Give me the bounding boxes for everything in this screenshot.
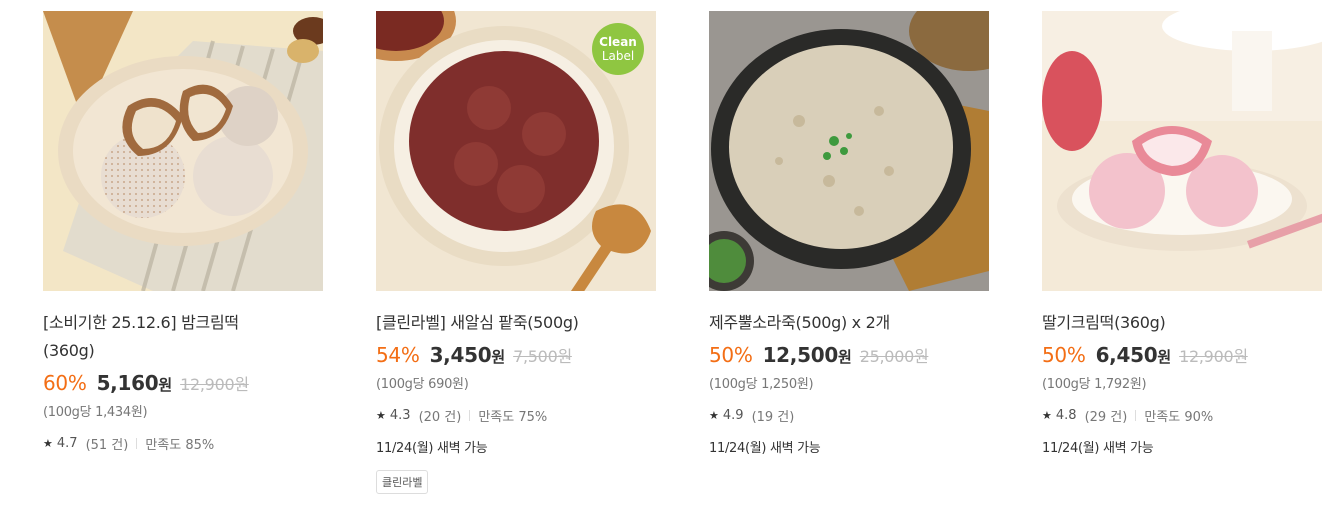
badge-line1: Clean: [599, 35, 637, 49]
rating-row: ★ 4.9 (19 건): [709, 406, 989, 425]
price-row: 50% 6,450 원 12,900원: [1042, 343, 1322, 371]
discount-rate: 54%: [376, 343, 420, 367]
divider: [469, 410, 471, 421]
star-icon: ★: [709, 409, 719, 422]
rating-value: 4.7: [56, 436, 78, 451]
satisfaction: 만족도 75%: [478, 410, 548, 425]
clean-label-badge: Clean Label: [592, 23, 644, 75]
product-card[interactable]: 딸기크림떡(360g) 50% 6,450 원 12,900원 (100g당 1,…: [1042, 11, 1322, 456]
product-card[interactable]: 제주뿔소라죽(500g) x 2개 50% 12,500 원 25,000원 (1…: [709, 11, 989, 456]
price-row: 60% 5,160 원 12,900원: [43, 371, 323, 399]
unit-price: (100g당 1,434원): [43, 405, 148, 420]
original-price: 12,900원: [1179, 347, 1248, 366]
divider: [136, 438, 138, 449]
product-card[interactable]: [소비기한 25.12.6] 밤크림떡 (360g) 60% 5,160 원 12…: [43, 11, 323, 453]
rating-value: 4.3: [389, 408, 411, 423]
sale-price: 5,160: [96, 371, 159, 395]
discount-rate: 50%: [709, 343, 753, 367]
sale-price: 3,450: [429, 343, 492, 367]
discount-rate: 60%: [43, 371, 87, 395]
price-currency: 원: [1157, 348, 1172, 366]
star-icon: ★: [1042, 409, 1052, 422]
product-title[interactable]: [클린라벨] 새알심 팥죽(500g): [376, 309, 656, 337]
price-currency: 원: [837, 348, 852, 366]
unit-price: (100g당 1,792원): [1042, 377, 1147, 392]
delivery-info: 11/24(월) 새벽 가능: [1042, 441, 1154, 456]
product-title[interactable]: 제주뿔소라죽(500g) x 2개: [709, 309, 989, 337]
review-count: (19 건): [751, 410, 795, 425]
badge-line2: Label: [601, 49, 635, 63]
rating-row: ★ 4.8 (29 건) 만족도 90%: [1042, 406, 1322, 425]
discount-rate: 50%: [1042, 343, 1086, 367]
product-image[interactable]: [709, 11, 989, 291]
product-image[interactable]: Clean Label: [376, 11, 656, 291]
product-image[interactable]: [43, 11, 323, 291]
rating-value: 4.9: [722, 408, 744, 423]
review-count: (29 건): [1084, 410, 1128, 425]
satisfaction: 만족도 85%: [145, 438, 215, 453]
rating-value: 4.8: [1055, 408, 1077, 423]
divider: [1135, 410, 1137, 421]
rating-row: ★ 4.3 (20 건) 만족도 75%: [376, 406, 656, 425]
product-card[interactable]: Clean Label [클린라벨] 새알심 팥죽(500g) 54% 3,45…: [376, 11, 656, 494]
original-price: 7,500원: [513, 347, 572, 366]
star-icon: ★: [43, 437, 53, 450]
price-currency: 원: [158, 376, 173, 394]
delivery-info: 11/24(월) 새벽 가능: [376, 441, 488, 456]
product-image[interactable]: [1042, 11, 1322, 291]
sale-price: 12,500: [762, 343, 839, 367]
sale-price: 6,450: [1095, 343, 1158, 367]
price-currency: 원: [491, 348, 506, 366]
price-row: 50% 12,500 원 25,000원: [709, 343, 989, 371]
star-icon: ★: [376, 409, 386, 422]
unit-price: (100g당 690원): [376, 377, 469, 392]
review-count: (20 건): [418, 410, 462, 425]
unit-price: (100g당 1,250원): [709, 377, 814, 392]
product-title[interactable]: 딸기크림떡(360g): [1042, 309, 1322, 337]
price-row: 54% 3,450 원 7,500원: [376, 343, 656, 371]
original-price: 25,000원: [859, 347, 929, 366]
satisfaction: 만족도 90%: [1144, 410, 1214, 425]
review-count: (51 건): [85, 438, 129, 453]
rating-row: ★ 4.7 (51 건) 만족도 85%: [43, 434, 323, 453]
product-tag: 클린라벨: [376, 470, 429, 494]
delivery-info: 11/24(월) 새벽 가능: [709, 441, 821, 456]
original-price: 12,900원: [180, 375, 249, 394]
product-title[interactable]: [소비기한 25.12.6] 밤크림떡 (360g): [43, 309, 258, 365]
